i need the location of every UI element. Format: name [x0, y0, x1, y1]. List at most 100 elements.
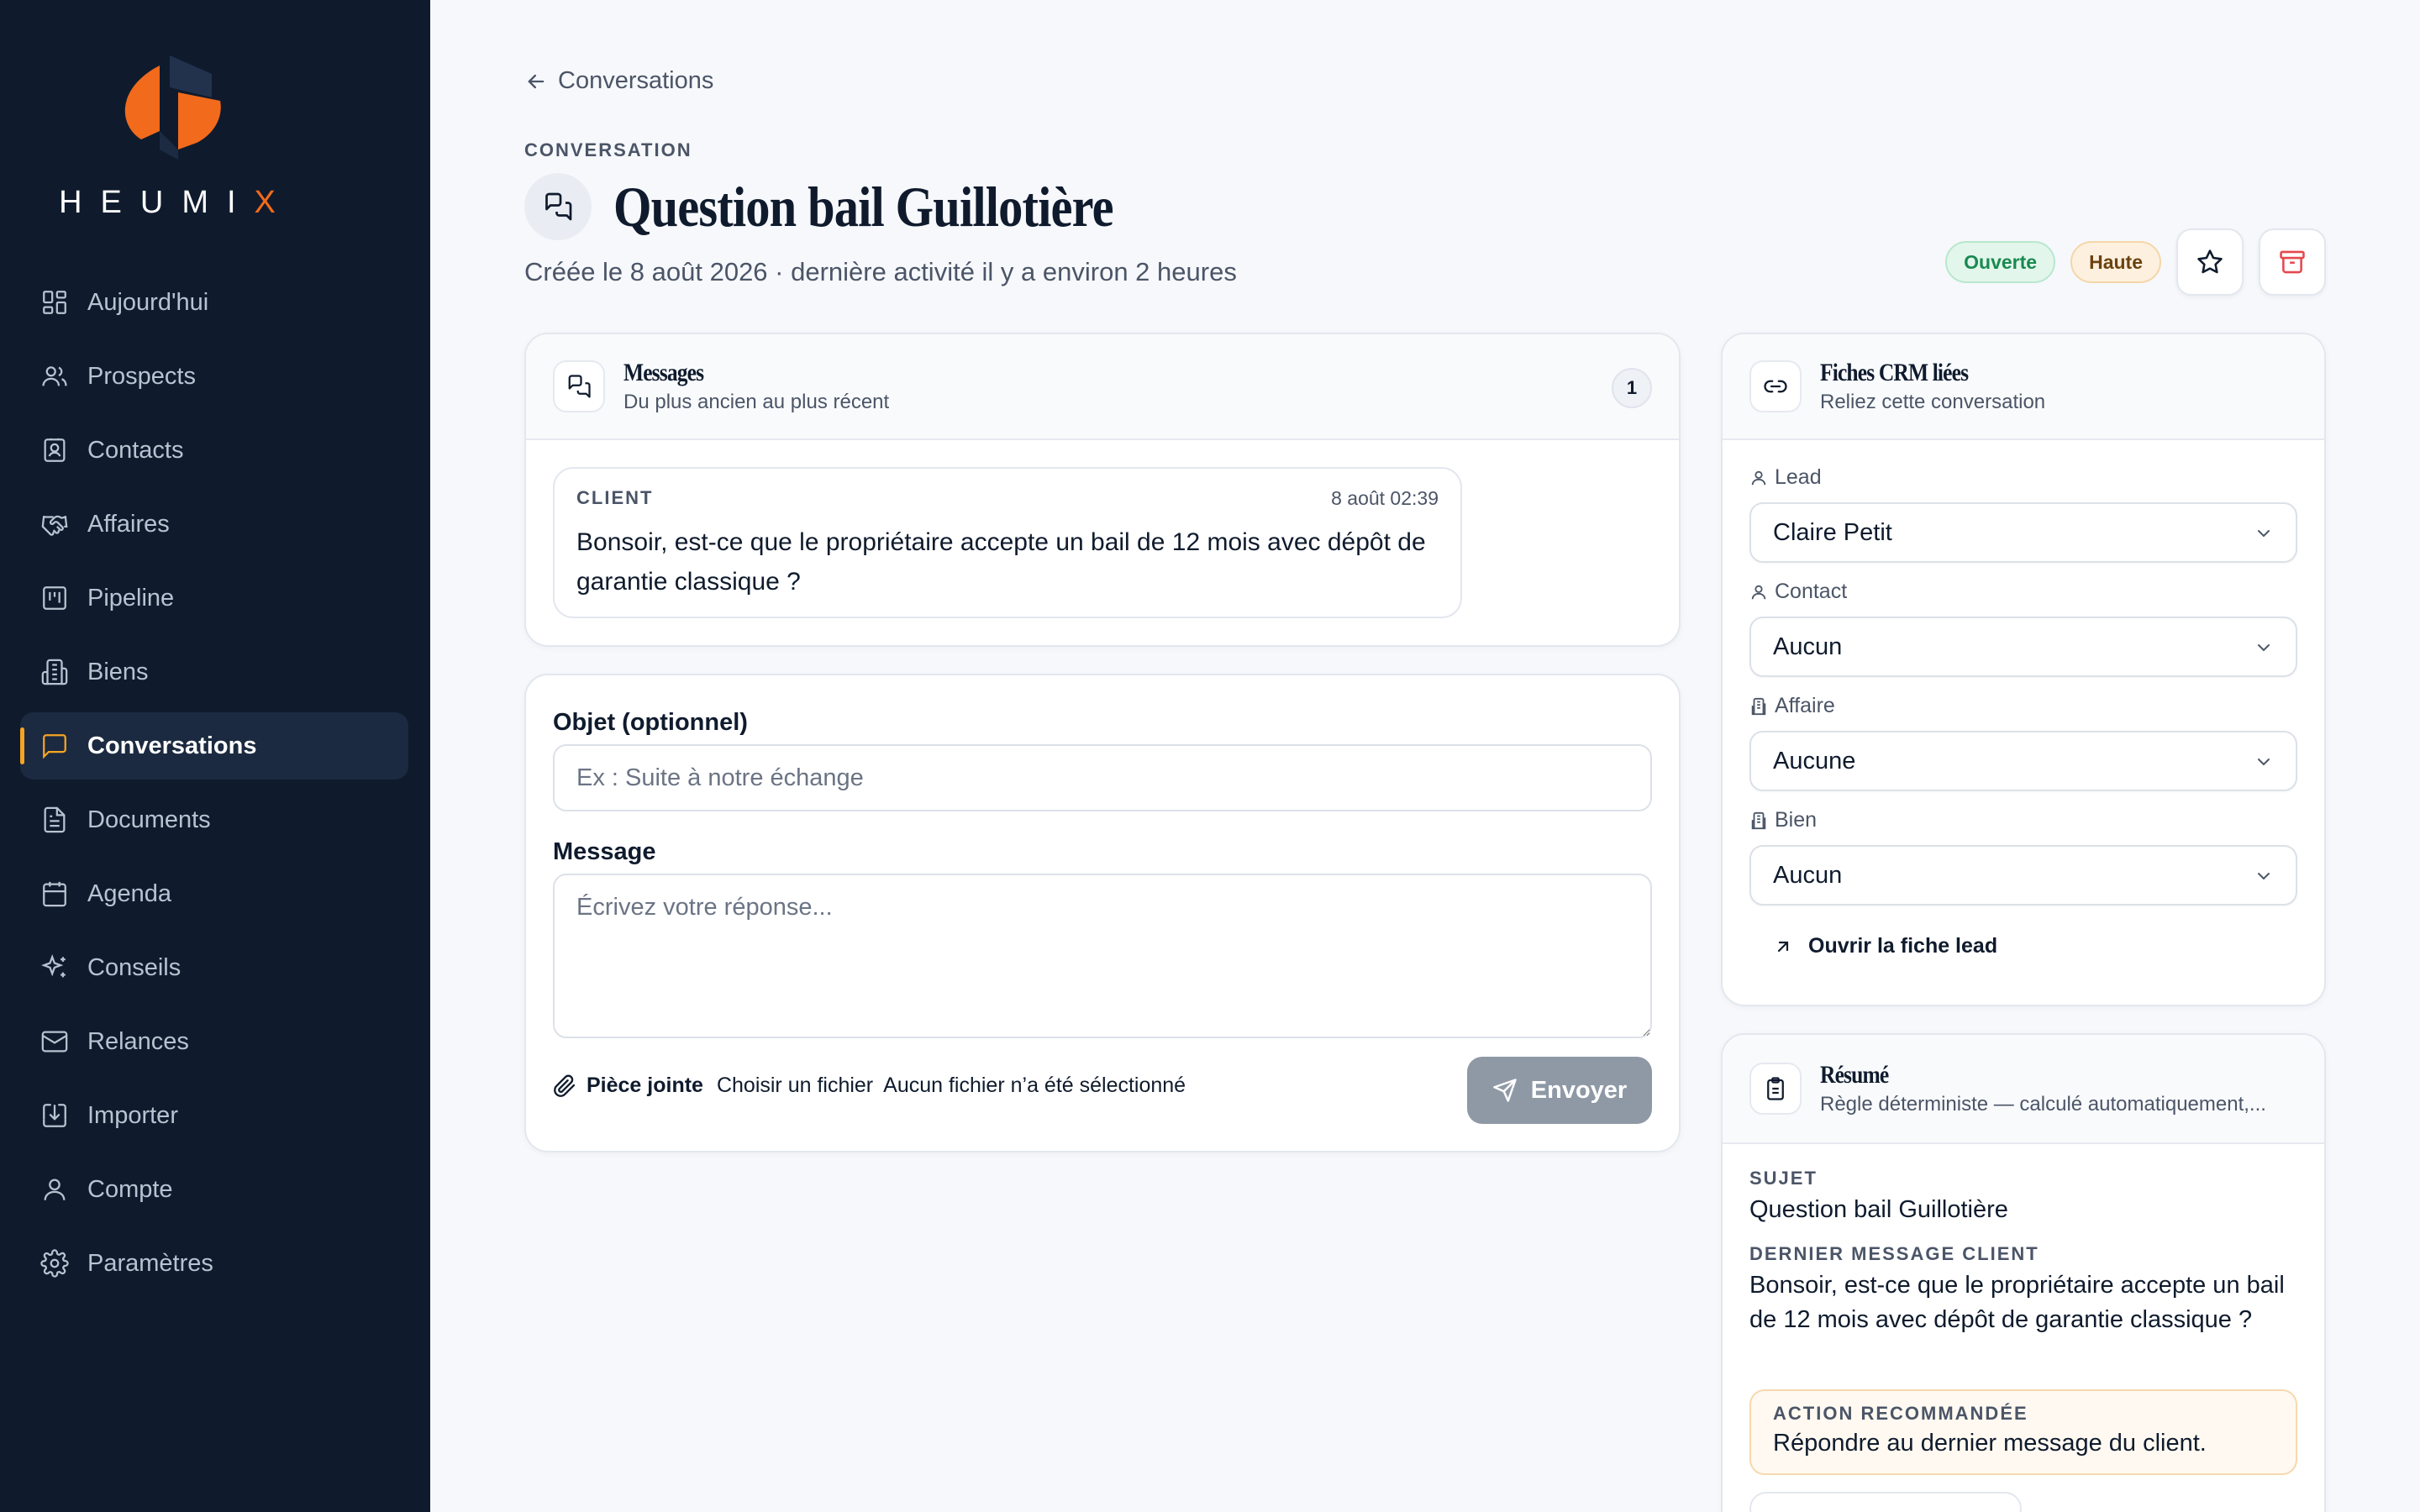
recommended-action-value: Répondre au dernier message du client.: [1773, 1430, 2207, 1457]
sidebar-item-importer[interactable]: Importer: [20, 1082, 408, 1149]
sidebar-item-label: Conversations: [87, 732, 257, 759]
handshake-icon: [41, 515, 68, 536]
lead-label-text: Lead: [1775, 465, 1822, 489]
import-icon: [43, 1104, 66, 1127]
gear-icon: [40, 1249, 69, 1278]
sidebar-item-compte[interactable]: Compte: [20, 1156, 408, 1223]
lead-select-value: Claire Petit: [1773, 518, 1892, 546]
user-icon: [1751, 470, 1766, 485]
header-actions: Ouverte Haute: [1945, 228, 2326, 296]
chevron-down-icon: [2258, 759, 2270, 766]
sidebar-item-label: Pipeline: [87, 584, 175, 612]
sidebar-item-documents[interactable]: Documents: [20, 786, 408, 853]
recommended-action-label: ACTION RECOMMANDÉE: [1773, 1403, 2028, 1424]
property-select[interactable]: Aucun: [1749, 845, 2297, 906]
sidebar-item-label: Aujourd'hui: [87, 288, 209, 316]
sidebar-nav: Aujourd'hui Prospects Contacts Affaires …: [20, 269, 408, 1304]
subject-input[interactable]: [553, 744, 1652, 811]
sidebar-item-biens[interactable]: Biens: [20, 638, 408, 706]
choose-file-button[interactable]: Choisir un fichier: [717, 1074, 873, 1098]
messages-card: Messages Du plus ancien au plus récent 1…: [524, 333, 1681, 647]
contact-label: Contact: [1749, 580, 1847, 604]
sidebar-item-label: Relances: [87, 1027, 189, 1055]
back-link-label: Conversations: [558, 67, 714, 94]
subject-label: Objet (optionnel): [553, 709, 748, 736]
property-label-text: Bien: [1775, 808, 1818, 832]
lead-label: Lead: [1749, 465, 1822, 490]
arrow-left-icon: [528, 74, 544, 88]
sidebar-item-prospects[interactable]: Prospects: [20, 343, 408, 410]
page-title: Question bail Guillotière: [613, 174, 1114, 239]
sidebar-item-contacts[interactable]: Contacts: [20, 417, 408, 484]
conversation-avatar: [524, 173, 592, 240]
sidebar-item-aujourdhui[interactable]: Aujourd'hui: [20, 269, 408, 336]
building-icon: [41, 659, 68, 685]
deal-label-text: Affaire: [1775, 694, 1835, 717]
sidebar-item-agenda[interactable]: Agenda: [20, 860, 408, 927]
deal-select-value: Aucune: [1773, 747, 1856, 774]
summary-card-icon: [1749, 1063, 1802, 1115]
no-file-selected-text: Aucun fichier n’a été sélectionné: [883, 1074, 1186, 1097]
crm-links-card: Fiches CRM liées Reliez cette conversati…: [1721, 333, 2326, 1006]
sidebar-item-conseils[interactable]: Conseils: [20, 934, 408, 1001]
crm-card-icon: [1749, 360, 1802, 412]
sparkles-icon: [41, 954, 66, 978]
crm-card-header: Fiches CRM liées Reliez cette conversati…: [1723, 334, 2324, 440]
messages-card-header: Messages Du plus ancien au plus récent 1: [526, 334, 1679, 440]
sidebar-item-pipeline[interactable]: Pipeline: [20, 564, 408, 632]
message-sender: CLIENT: [576, 487, 654, 508]
chevron-down-icon: [2258, 873, 2270, 880]
send-icon: [1493, 1079, 1517, 1102]
send-button-label: Envoyer: [1530, 1076, 1628, 1104]
messages-card-title: Messages: [623, 359, 704, 386]
back-to-conversations-link[interactable]: Conversations: [524, 67, 713, 95]
summary-card-title: Résumé: [1820, 1061, 1889, 1089]
summary-footer-chip: [1749, 1492, 2022, 1512]
sidebar-item-label: Paramètres: [87, 1249, 213, 1277]
archive-icon: [2280, 250, 2305, 274]
contact-label-text: Contact: [1775, 580, 1848, 603]
message-item: CLIENT 8 août 02:39 Bonsoir, est-ce que …: [553, 467, 1462, 618]
summary-last-message-value: Bonsoir, est-ce que le propriétaire acce…: [1749, 1272, 2285, 1333]
user-icon: [1751, 585, 1766, 599]
message-textarea[interactable]: [553, 874, 1652, 1038]
sidebar-item-relances[interactable]: Relances: [20, 1008, 408, 1075]
attachment-row: Pièce jointe Choisir un fichier Aucun fi…: [553, 1074, 1186, 1098]
open-lead-link[interactable]: Ouvrir la fiche lead: [1773, 934, 1997, 958]
summary-card: Résumé Règle déterministe — calculé auto…: [1721, 1033, 2326, 1512]
sidebar-item-label: Biens: [87, 658, 149, 685]
brand-logo[interactable]: HEUMIX: [50, 50, 302, 227]
sidebar-item-conversations[interactable]: Conversations: [20, 712, 408, 780]
link-icon: [1764, 380, 1787, 393]
recommended-action-box: ACTION RECOMMANDÉE Répondre au dernier m…: [1749, 1389, 2297, 1475]
crm-card-title: Fiches CRM liées: [1820, 359, 1969, 386]
mail-icon: [41, 1031, 68, 1053]
message-body: Bonsoir, est-ce que le propriétaire acce…: [576, 528, 1426, 596]
contact-card-icon: [44, 438, 66, 462]
sidebar-item-label: Compte: [87, 1175, 173, 1203]
reply-card: Objet (optionnel) Message Pièce jointe C…: [524, 674, 1681, 1152]
chat-icon: [43, 734, 66, 759]
deal-select[interactable]: Aucune: [1749, 731, 2297, 791]
archive-button[interactable]: [2259, 228, 2326, 296]
contact-select[interactable]: Aucun: [1749, 617, 2297, 677]
calendar-icon: [43, 881, 66, 907]
sidebar-item-parametres[interactable]: Paramètres: [20, 1230, 408, 1297]
summary-subject-value: Question bail Guillotière: [1749, 1196, 2008, 1223]
brand-wordmark: HEUMIX: [50, 185, 302, 221]
summary-last-message-label: DERNIER MESSAGE CLIENT: [1749, 1243, 2039, 1264]
sidebar-item-label: Conseils: [87, 953, 182, 981]
summary-card-subtitle: Règle déterministe — calculé automatique…: [1820, 1093, 2266, 1116]
logo-mark-icon: [124, 55, 221, 160]
favorite-button[interactable]: [2176, 228, 2244, 296]
sidebar-item-affaires[interactable]: Affaires: [20, 491, 408, 558]
building-icon: [1751, 811, 1766, 829]
lead-select[interactable]: Claire Petit: [1749, 502, 2297, 563]
priority-badge: Haute: [2070, 241, 2161, 283]
summary-subject-label: SUJET: [1749, 1168, 1818, 1189]
building-icon: [1751, 697, 1766, 715]
send-button[interactable]: Envoyer: [1467, 1057, 1652, 1124]
chevron-down-icon: [2258, 530, 2270, 538]
sidebar-item-label: Documents: [87, 806, 211, 833]
deal-label: Affaire: [1749, 694, 1835, 718]
